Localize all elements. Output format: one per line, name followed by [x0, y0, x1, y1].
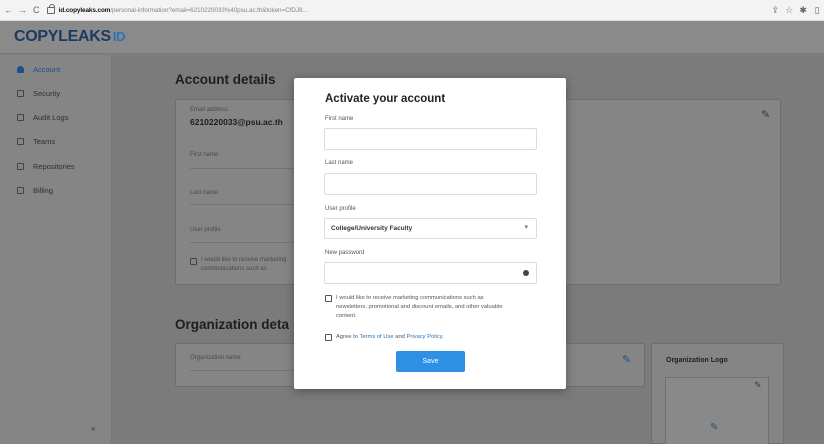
lock-icon[interactable]: [46, 3, 55, 14]
organization-name-label: Organization name: [190, 355, 241, 361]
sidebar-item-billing[interactable]: Billing: [0, 179, 112, 201]
eye-icon[interactable]: [523, 270, 529, 276]
sidebar-item-label: Audit Logs: [33, 112, 69, 122]
forward-icon[interactable]: →: [17, 0, 28, 21]
agree-text: Agree to Terms of Use and Privacy Policy…: [336, 333, 516, 342]
first-name-field[interactable]: [324, 128, 537, 150]
modal-title: Activate your account: [325, 93, 446, 105]
last-name-field[interactable]: [324, 173, 537, 195]
star-icon[interactable]: ☆: [782, 5, 796, 16]
list-icon: [17, 113, 24, 121]
person-icon: [17, 65, 24, 73]
window-icon[interactable]: ▯: [810, 5, 824, 16]
address-bar[interactable]: id.copyleaks.com/personal-information?em…: [59, 7, 769, 14]
new-password-field[interactable]: [324, 262, 537, 284]
sidebar-item-label: Teams: [33, 136, 56, 146]
new-password-label: New password: [325, 250, 365, 256]
last-name-label: Last name: [325, 160, 354, 166]
agree-checkbox[interactable]: [325, 334, 332, 341]
edit-pencil-icon[interactable]: ✎: [761, 108, 770, 121]
sidebar-item-security[interactable]: Security: [0, 82, 112, 104]
marketing-checkbox[interactable]: [190, 258, 197, 265]
sidebar-item-account[interactable]: Account: [0, 58, 112, 80]
copyleaks-logo[interactable]: COPYLEAKS ID: [14, 28, 126, 46]
browser-toolbar: ← → C id.copyleaks.com/personal-informat…: [0, 0, 824, 21]
agree-prefix: Agree to: [336, 334, 358, 340]
first-name-label: First name: [190, 152, 219, 158]
edit-pencil-icon[interactable]: ✎: [622, 353, 631, 366]
first-name-underline: [190, 168, 300, 169]
sidebar: Account Security Audit Logs Teams Reposi…: [0, 55, 112, 444]
terms-of-use-link[interactable]: Terms of Use: [359, 334, 393, 340]
lock-icon: [17, 89, 24, 97]
marketing-checkbox[interactable]: [325, 295, 332, 302]
account-details-title: Account details: [175, 72, 276, 87]
back-icon[interactable]: ←: [3, 0, 14, 21]
sidebar-item-label: Account: [33, 64, 61, 74]
privacy-policy-link[interactable]: Privacy Policy.: [407, 334, 444, 340]
organization-logo-title: Organization Logo: [666, 357, 728, 364]
gear-icon: [17, 162, 24, 170]
sidebar-item-repositories[interactable]: Repositories: [0, 155, 112, 177]
team-icon: [17, 137, 24, 145]
billing-icon: [17, 186, 24, 194]
logo-text: COPYLEAKS: [14, 28, 111, 45]
share-icon[interactable]: ⇪: [768, 5, 782, 16]
user-profile-value: College/University Faculty: [331, 225, 413, 232]
last-name-label: Last name: [190, 190, 219, 196]
upload-icon: ✎: [710, 422, 719, 433]
user-profile-select[interactable]: College/University Faculty ▾: [324, 218, 537, 239]
organization-name-underline: [190, 370, 300, 371]
collapse-sidebar-icon[interactable]: «: [91, 424, 95, 433]
last-name-underline: [190, 204, 300, 205]
chevron-down-icon: ▾: [524, 224, 528, 231]
email-value: 6210220033@psu.ac.th: [190, 117, 283, 127]
save-button[interactable]: Save: [396, 351, 465, 372]
sidebar-item-teams[interactable]: Teams: [0, 130, 112, 152]
user-profile-label: User profile: [190, 227, 221, 233]
sidebar-item-label: Repositories: [33, 161, 75, 171]
sidebar-item-label: Security: [33, 88, 61, 98]
sidebar-item-label: Billing: [33, 185, 54, 195]
sidebar-item-audit-logs[interactable]: Audit Logs: [0, 106, 112, 128]
first-name-label: First name: [325, 116, 354, 122]
activate-account-modal: Activate your account First name Last na…: [294, 78, 566, 389]
url-path: /personal-information?email=6210220033%4…: [110, 6, 308, 14]
logo-upload-box[interactable]: ✎ ✎: [665, 377, 769, 444]
organization-logo-card: Organization Logo ✎ ✎: [651, 343, 784, 444]
user-profile-label: User profile: [325, 206, 356, 212]
reload-icon[interactable]: C: [31, 0, 42, 21]
logo-suffix: ID: [112, 29, 126, 44]
marketing-text: I would like to receive marketing commun…: [336, 295, 503, 319]
app-header: COPYLEAKS ID: [0, 21, 824, 54]
marketing-text: I would like to receive marketing commun…: [201, 257, 287, 272]
edit-logo-pencil-icon[interactable]: ✎: [754, 380, 762, 391]
organization-details-title: Organization deta: [175, 317, 290, 332]
and-text: and: [395, 334, 405, 340]
email-label: Email address: [190, 107, 229, 113]
url-host: id.copyleaks.com: [58, 6, 111, 14]
user-profile-underline: [190, 242, 300, 243]
extensions-icon[interactable]: ✱: [796, 5, 810, 16]
